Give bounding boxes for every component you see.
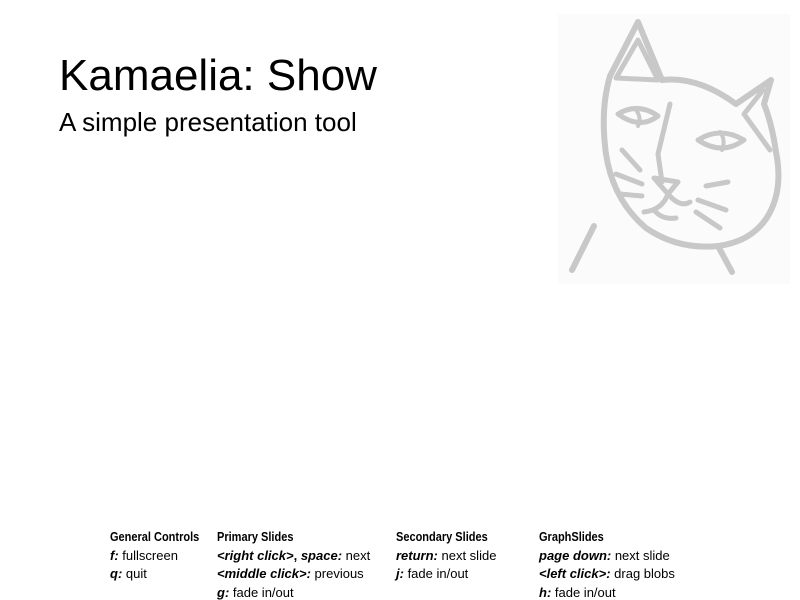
help-desc: quit [122, 566, 147, 581]
help-desc: fade in/out [403, 566, 469, 581]
slide-title: Kamaelia: Show [59, 51, 377, 100]
help-desc: next slide [437, 547, 497, 563]
help-desc: next slide [611, 547, 670, 563]
help-desc: next [342, 547, 371, 563]
help-graph-slides: GraphSlides page down: next slide <left … [539, 528, 675, 600]
help-row: <middle click>: previous [217, 565, 370, 584]
help-row: <right click>, space: next [217, 547, 370, 566]
help-desc: drag blobs [610, 566, 675, 581]
help-graph-header: GraphSlides [539, 530, 604, 544]
help-secondary-slides: Secondary Slides return: next slide j: f… [396, 528, 500, 584]
help-desc: fullscreen [118, 547, 178, 563]
help-row: return: next slide [396, 547, 500, 566]
help-row: g: fade in/out [217, 584, 370, 600]
help-separator: , [293, 547, 301, 563]
help-key: g: [217, 584, 230, 600]
help-desc: fade in/out [229, 584, 294, 600]
help-key: <right click> [217, 547, 294, 563]
help-key: space: [300, 547, 343, 563]
slide-subtitle: A simple presentation tool [59, 107, 357, 137]
help-key: f: [110, 547, 119, 563]
help-key: j: [396, 566, 404, 581]
help-general-header: General Controls [110, 530, 200, 544]
kamaelia-logo [558, 14, 790, 284]
help-primary-header: Primary Slides [217, 530, 294, 544]
help-row: j: fade in/out [396, 565, 500, 584]
help-secondary-header: Secondary Slides [396, 530, 488, 544]
help-key: page down: [539, 547, 612, 563]
help-key: <middle click>: [217, 566, 311, 581]
help-desc: previous [310, 566, 364, 581]
help-general-controls: General Controls f: fullscreen q: quit [110, 528, 211, 584]
help-row: h: fade in/out [539, 584, 675, 600]
help-desc: fade in/out [551, 584, 616, 600]
help-row: q: quit [110, 565, 211, 584]
help-row: page down: next slide [539, 547, 675, 566]
help-key: q: [110, 566, 123, 581]
help-row: <left click>: drag blobs [539, 565, 675, 584]
help-key: h: [539, 584, 552, 600]
help-key: <left click>: [539, 566, 611, 581]
help-row: f: fullscreen [110, 547, 211, 566]
cat-face-icon [569, 19, 782, 275]
help-key: return: [396, 547, 438, 563]
help-primary-slides: Primary Slides <right click>, space: nex… [217, 528, 370, 600]
